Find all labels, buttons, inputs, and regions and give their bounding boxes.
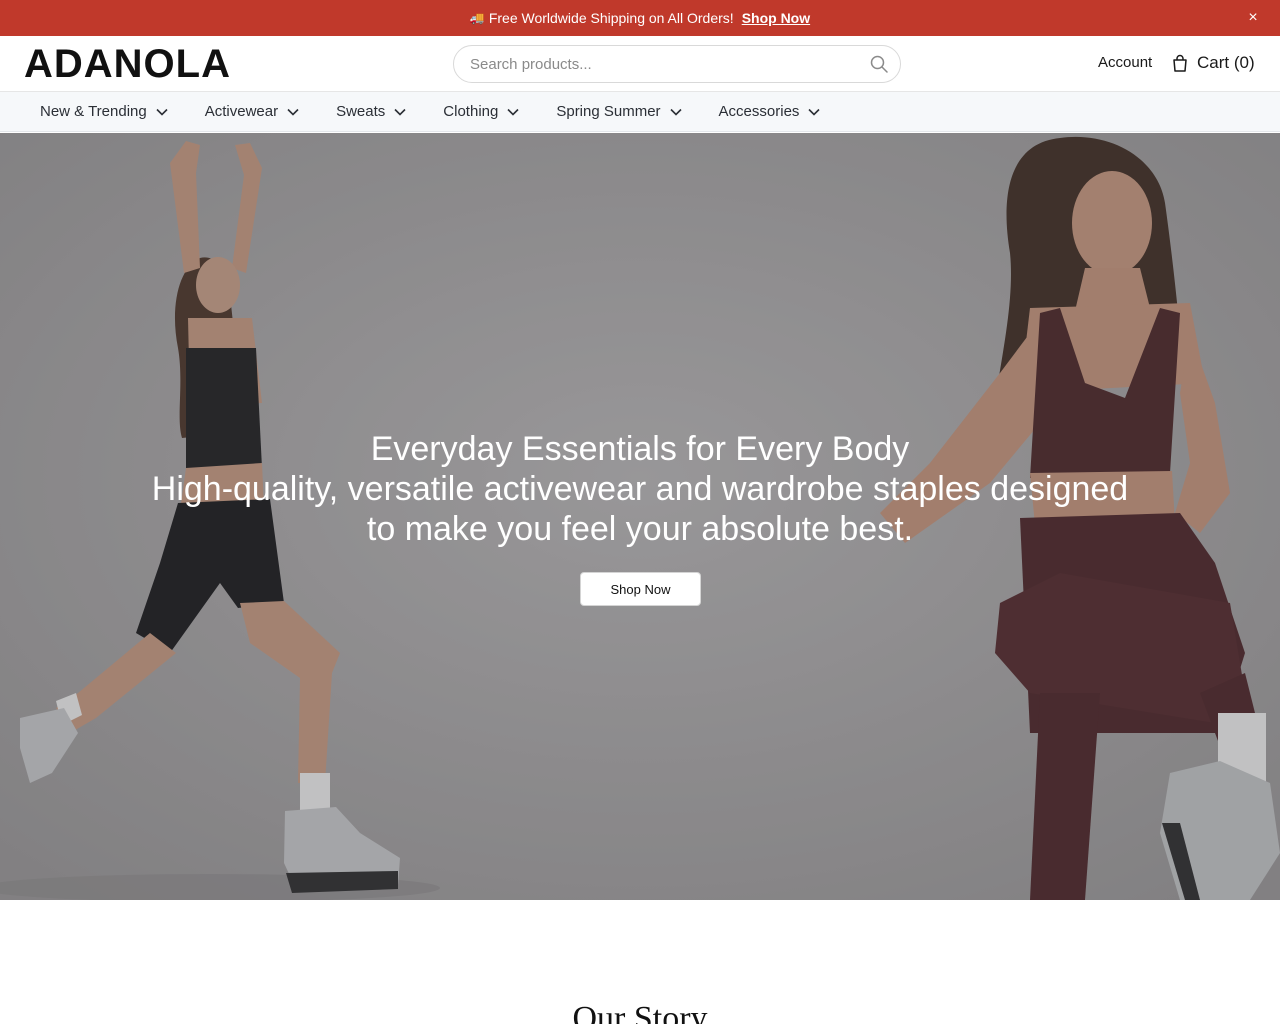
chevron-down-icon — [669, 108, 682, 116]
logo[interactable]: ADANOLA — [24, 44, 231, 84]
hero-subtitle: High-quality, versatile activewear and w… — [151, 470, 1129, 548]
site-header: ADANOLA Account Cart (0) — [0, 36, 1280, 92]
hero-banner: Everyday Essentials for Every Body High-… — [0, 133, 1280, 900]
nav-item-label: Accessories — [718, 103, 800, 120]
category-nav: New & Trending Activewear Sweats Clothin… — [0, 92, 1280, 132]
nav-item-label: New & Trending — [40, 103, 147, 120]
chevron-down-icon — [394, 108, 406, 116]
chevron-down-icon — [287, 108, 299, 116]
nav-item-label: Sweats — [336, 103, 386, 120]
nav-item-spring-summer[interactable]: Spring Summer — [556, 103, 682, 120]
account-link[interactable]: Account — [1098, 54, 1152, 71]
nav-item-clothing[interactable]: Clothing — [443, 103, 519, 120]
announcement-text: Free Worldwide Shipping on All Orders! — [488, 10, 734, 26]
nav-item-label: Activewear — [204, 103, 279, 120]
hero-title: Everyday Essentials for Every Body — [370, 430, 910, 468]
truck-icon: 🚚 — [469, 11, 485, 25]
nav-item-activewear[interactable]: Activewear — [205, 103, 299, 120]
shopping-bag-icon — [1173, 54, 1187, 72]
announcement-shop-now-link[interactable]: Shop Now — [742, 10, 810, 26]
nav-item-new-trending[interactable]: New & Trending — [40, 103, 168, 120]
close-icon[interactable]: × — [1244, 9, 1262, 27]
search-input[interactable] — [470, 46, 860, 82]
chevron-down-icon — [156, 108, 168, 116]
search-icon[interactable] — [870, 55, 888, 73]
our-story-section: Our Story — [0, 900, 1280, 1024]
nav-item-label: Clothing — [443, 103, 499, 120]
nav-item-sweats[interactable]: Sweats — [336, 103, 406, 120]
cart-label: Cart (0) — [1197, 53, 1255, 72]
chevron-down-icon — [507, 108, 519, 116]
nav-item-accessories[interactable]: Accessories — [719, 103, 821, 120]
hero-shop-now-button[interactable]: Shop Now — [580, 572, 701, 606]
nav-item-label: Spring Summer — [556, 103, 661, 120]
chevron-down-icon — [808, 108, 820, 116]
cart-button[interactable]: Cart (0) — [1171, 53, 1255, 73]
search-bar — [453, 45, 901, 83]
announcement-bar: 🚚 Free Worldwide Shipping on All Orders!… — [0, 0, 1280, 36]
section-title: Our Story — [572, 1000, 708, 1024]
